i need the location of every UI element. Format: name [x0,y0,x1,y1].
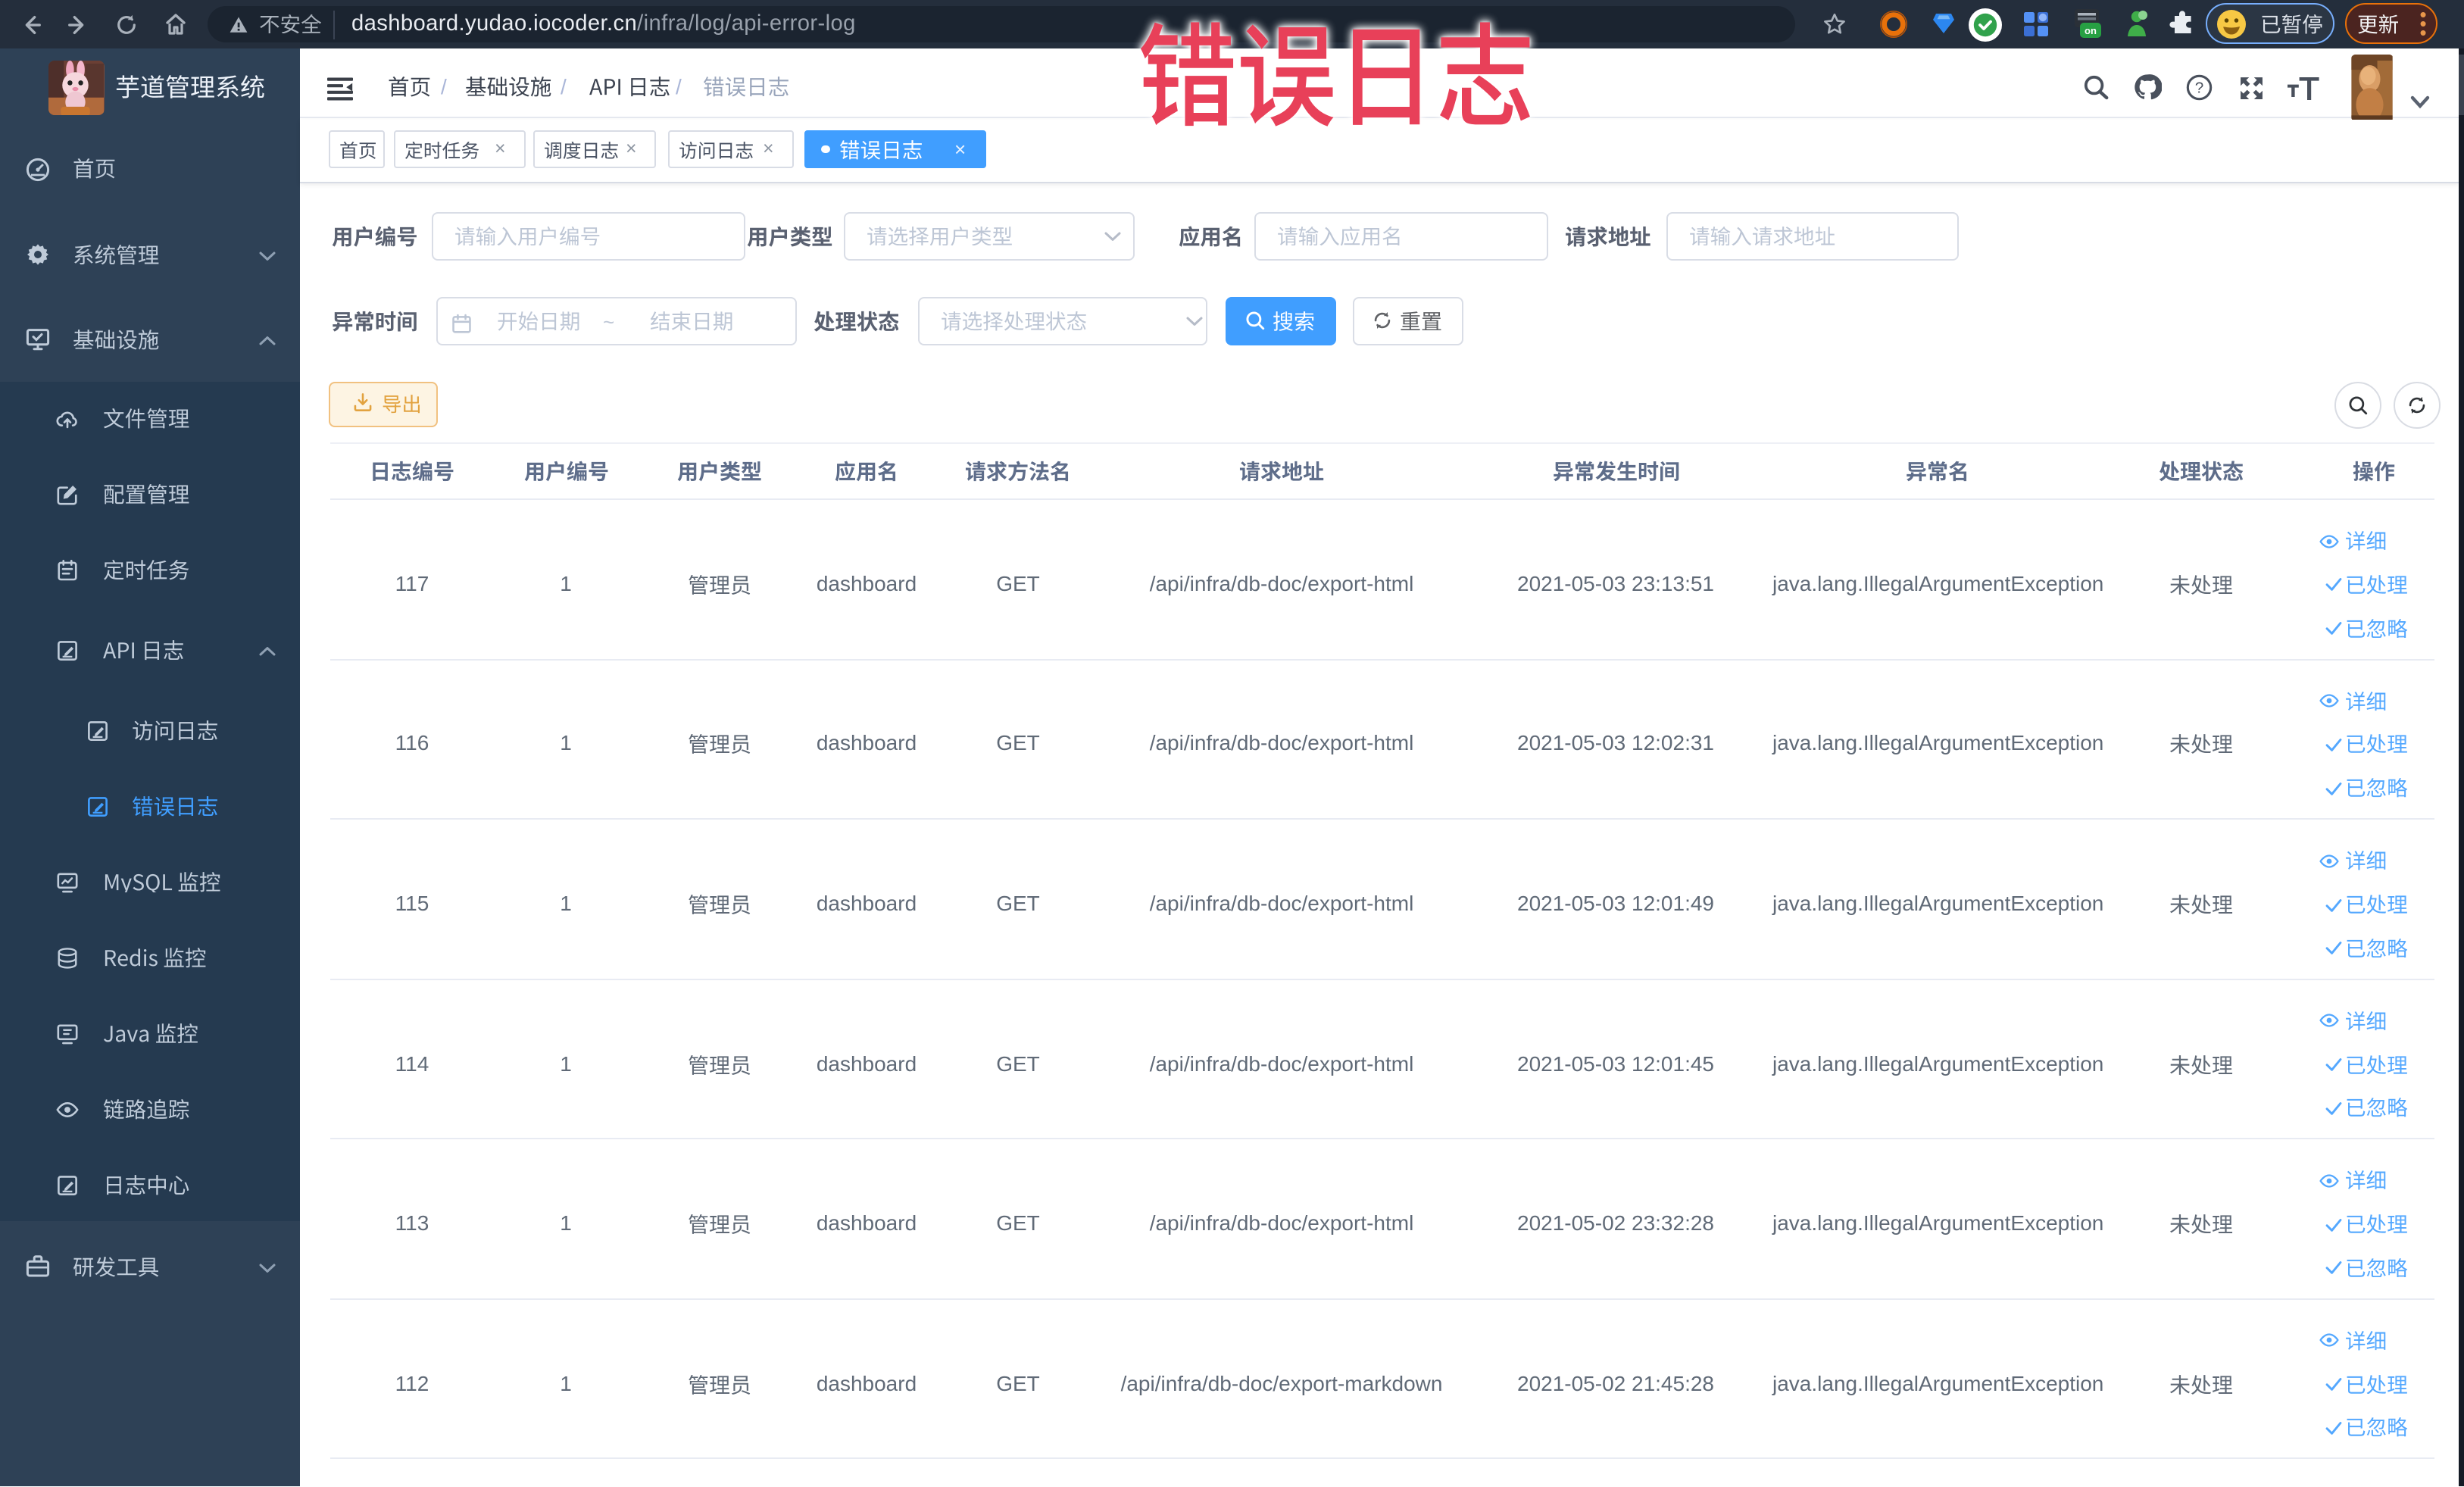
svg-text:on: on [2085,25,2097,36]
svg-text:?: ? [2195,80,2203,97]
